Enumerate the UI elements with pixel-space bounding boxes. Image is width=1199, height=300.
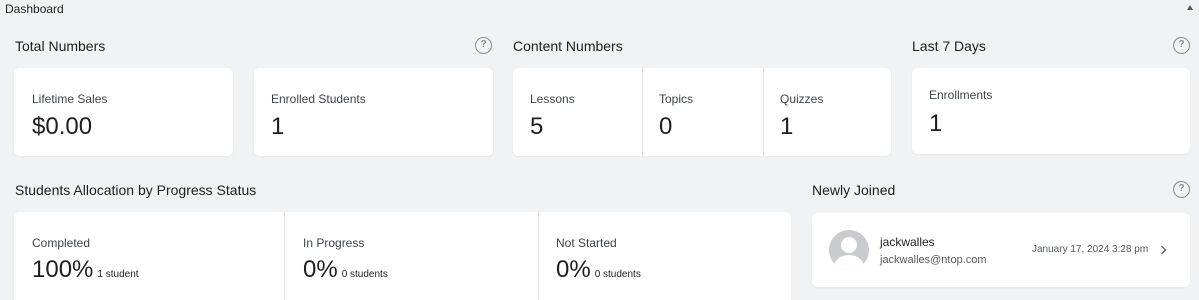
not-started-count: 0 students [594,269,641,280]
lifetime-sales-value: $0.00 [32,113,93,140]
total-numbers-title: Total Numbers [15,38,106,54]
enrolled-students-value: 1 [271,113,285,140]
quizzes-label: Quizzes [780,92,824,106]
newly-joined-help-icon[interactable]: ? [1173,181,1190,198]
dashboard-title: Dashboard [5,2,64,16]
lessons-value: 5 [530,113,544,140]
enrollments-card: Enrollments 1 [912,68,1190,154]
progress-status-title: Students Allocation by Progress Status [15,182,257,198]
content-numbers-card: Lessons 5 Topics 0 Quizzes 1 [513,68,891,156]
enrolled-students-card: Enrolled Students 1 [254,68,493,156]
content-divider [763,68,764,156]
lifetime-sales-label: Lifetime Sales [32,92,108,106]
newly-joined-user-row[interactable]: jackwalles jackwalles@ntop.com January 1… [812,213,1190,287]
collapse-triangle-icon[interactable] [1187,5,1193,10]
user-avatar-icon [829,230,869,270]
enrolled-students-label: Enrolled Students [271,92,366,106]
content-divider [642,68,643,156]
not-started-label: Not Started [556,236,617,250]
last-7-days-title: Last 7 Days [912,38,986,54]
progress-divider [284,212,285,300]
chevron-right-icon[interactable] [1157,245,1167,255]
completed-value-row: 100% 1 student [32,256,139,284]
in-progress-value-row: 0% 0 students [303,256,388,284]
user-email: jackwalles@ntop.com [880,254,987,266]
not-started-value-row: 0% 0 students [556,256,641,284]
enrollments-label: Enrollments [929,88,993,102]
topics-label: Topics [659,92,694,106]
dashboard-header: Dashboard [0,0,1199,18]
user-name: jackwalles [880,235,935,249]
completed-label: Completed [32,236,91,250]
not-started-percent: 0% [556,256,591,283]
total-numbers-help-icon[interactable]: ? [475,37,492,54]
content-numbers-title: Content Numbers [513,38,623,54]
newly-joined-title: Newly Joined [812,182,896,198]
progress-divider [538,212,539,300]
progress-status-card: Completed 100% 1 student In Progress 0% 0 … [14,212,791,300]
quizzes-value: 1 [780,113,794,140]
topics-value: 0 [659,113,673,140]
lessons-label: Lessons [530,92,575,106]
user-joined-date: January 17, 2024 3:28 pm [1032,244,1149,255]
completed-count: 1 student [97,269,139,280]
completed-percent: 100% [32,256,94,283]
enrollments-value: 1 [929,110,943,137]
lifetime-sales-card: Lifetime Sales $0.00 [14,68,233,156]
in-progress-percent: 0% [303,256,338,283]
in-progress-count: 0 students [341,269,388,280]
in-progress-label: In Progress [303,236,365,250]
last-7-days-help-icon[interactable]: ? [1173,37,1190,54]
